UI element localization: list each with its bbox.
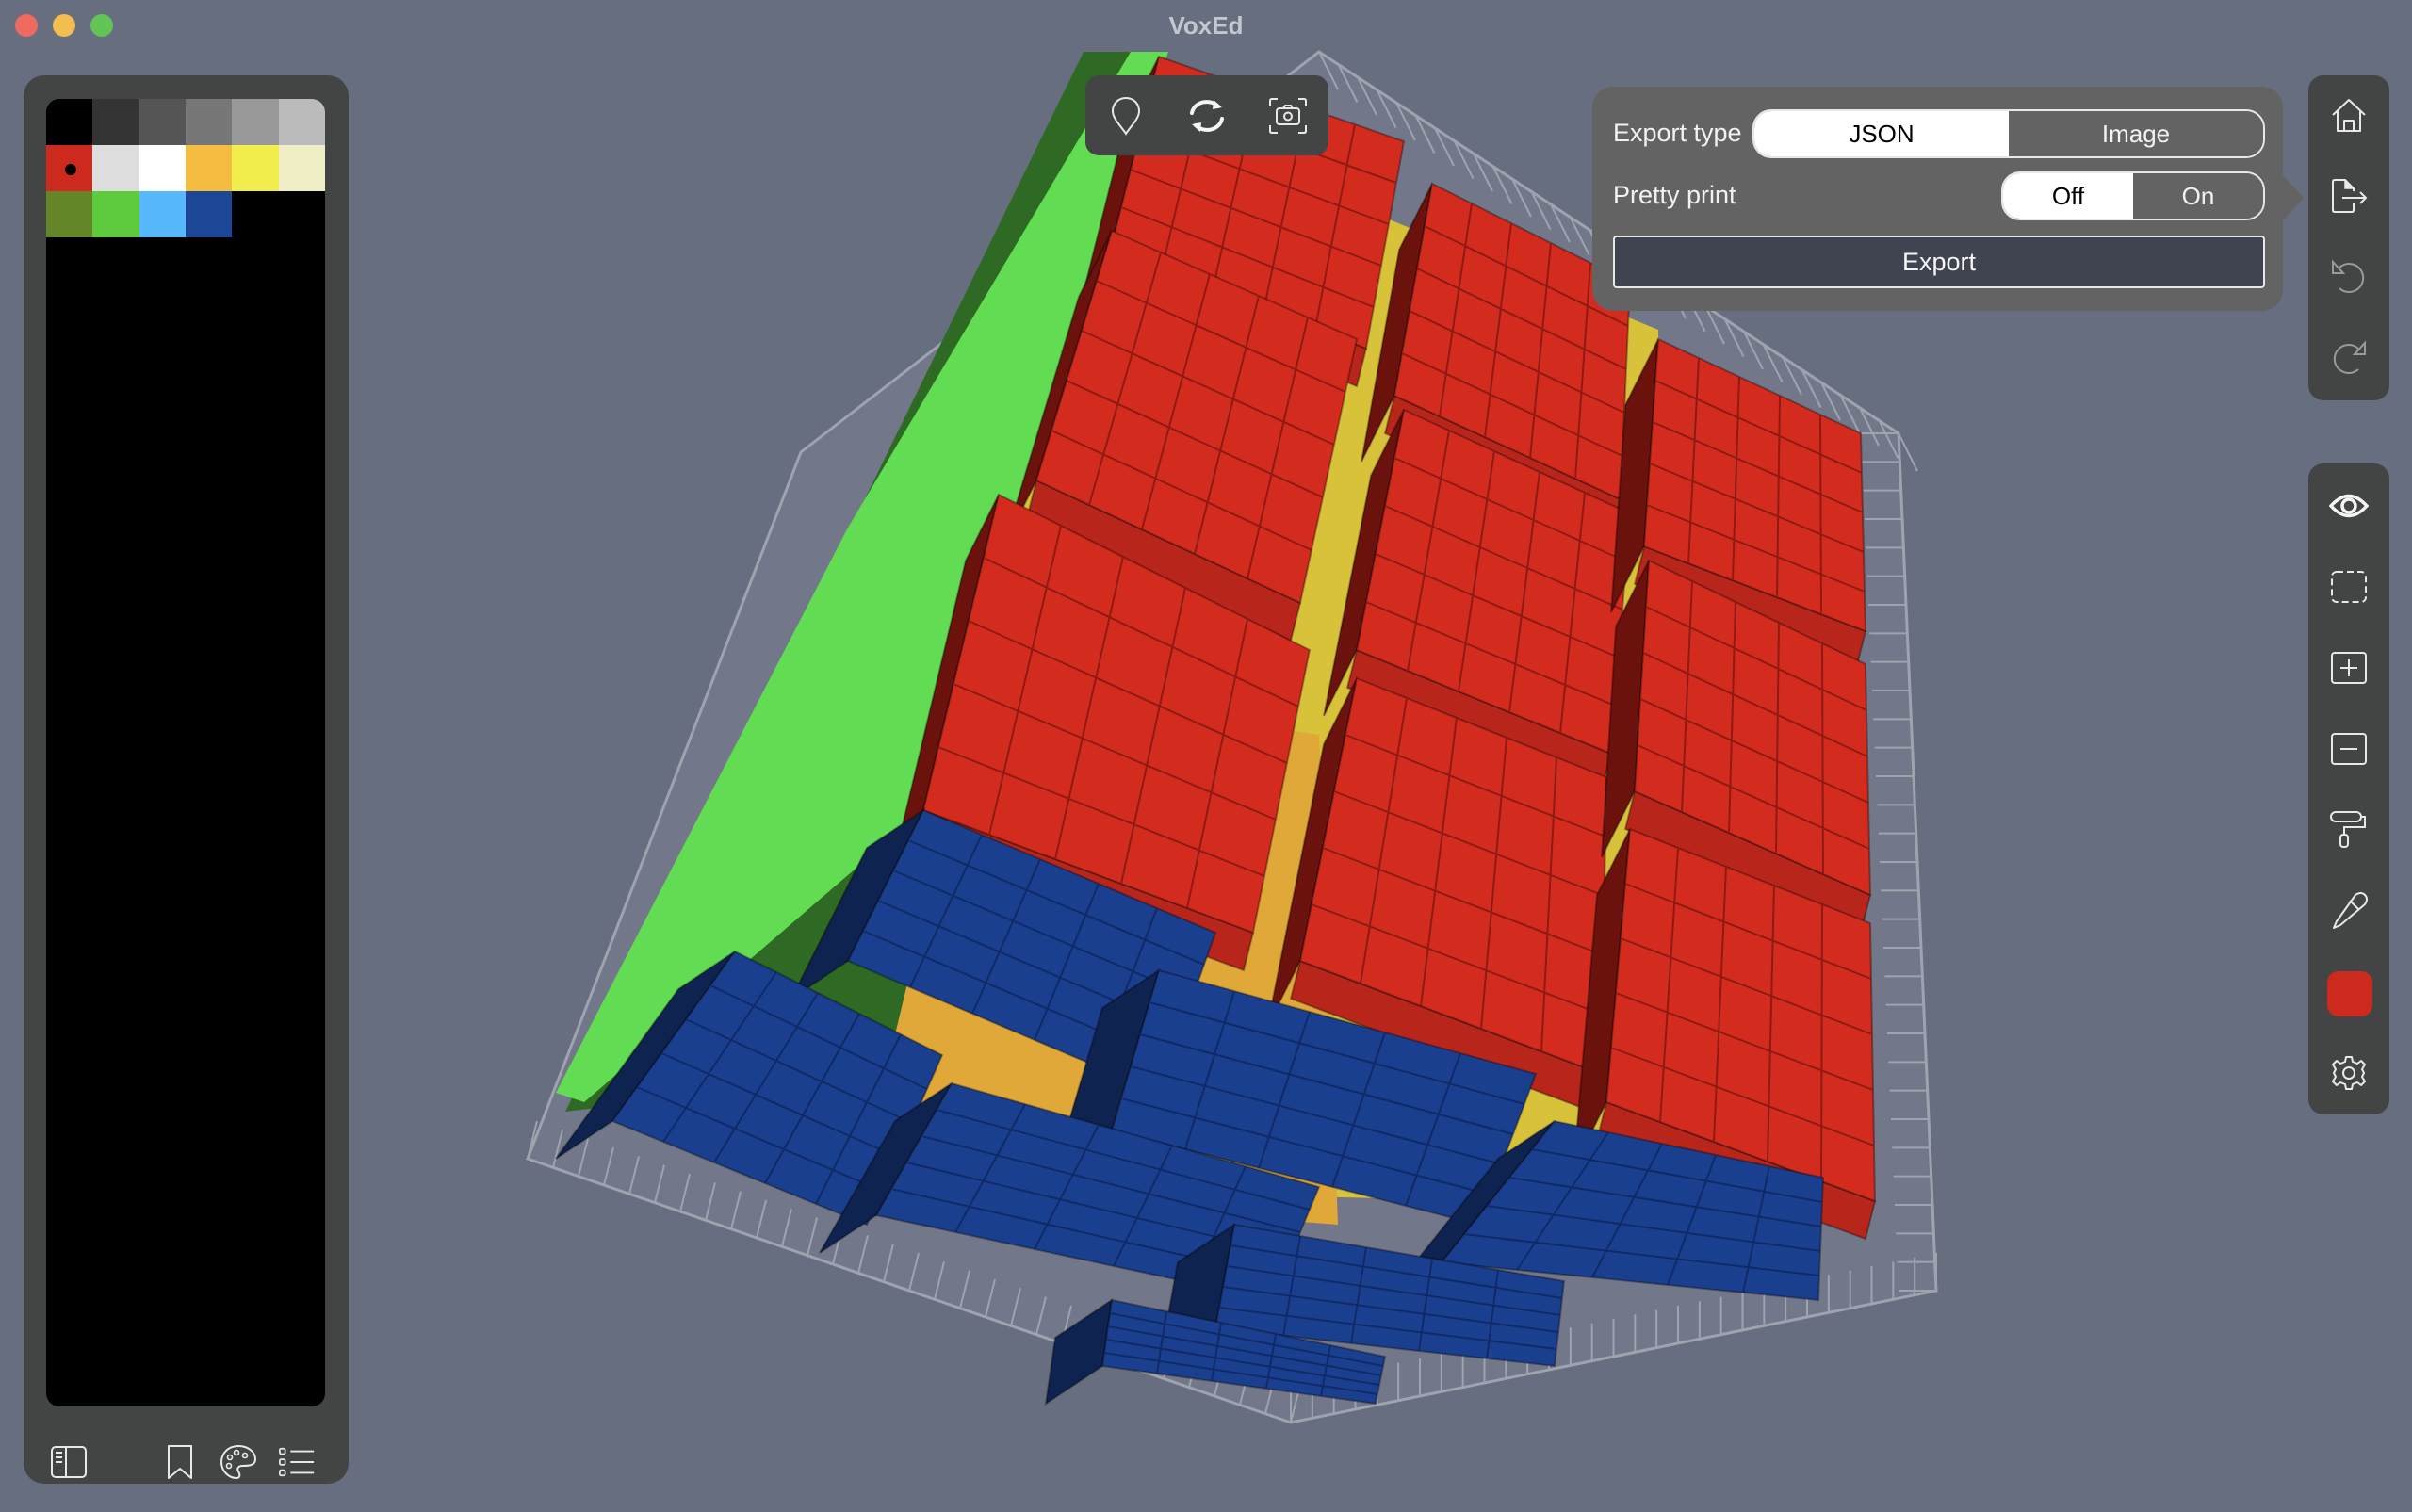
location-button[interactable] bbox=[1102, 92, 1149, 139]
palette-swatch[interactable] bbox=[186, 99, 233, 145]
file-toolbar bbox=[2308, 75, 2389, 400]
redo-button[interactable] bbox=[2325, 334, 2372, 382]
bookmark-icon bbox=[168, 1445, 192, 1479]
screenshot-icon bbox=[1269, 98, 1307, 134]
export-type-image[interactable]: Image bbox=[2009, 111, 2263, 156]
window-title: VoxEd bbox=[1168, 11, 1244, 40]
tools-toolbar bbox=[2308, 463, 2389, 1114]
select-button[interactable] bbox=[2325, 563, 2372, 610]
home-button[interactable] bbox=[2325, 92, 2372, 139]
current-color-swatch[interactable] bbox=[2327, 971, 2372, 1016]
palette-swatch[interactable] bbox=[92, 145, 139, 191]
palette-swatch[interactable] bbox=[46, 99, 93, 145]
eyedropper-button[interactable] bbox=[2325, 887, 2372, 935]
voxel-grid-line bbox=[1820, 903, 1823, 1182]
bookmark-button[interactable] bbox=[161, 1443, 199, 1481]
home-icon bbox=[2332, 99, 2366, 132]
palette-swatch[interactable] bbox=[46, 191, 93, 237]
export-type-segmented: JSON Image bbox=[1752, 109, 2265, 158]
floor-grid-line bbox=[1898, 432, 1918, 472]
list-button[interactable] bbox=[278, 1443, 316, 1481]
export-type-label: Export type bbox=[1613, 119, 1742, 147]
palette-swatch[interactable] bbox=[278, 145, 325, 191]
palette-swatch[interactable] bbox=[139, 145, 187, 191]
remove-voxel-button[interactable] bbox=[2325, 725, 2372, 772]
sidebar-toggle-button[interactable] bbox=[50, 1443, 88, 1481]
palette-icon bbox=[220, 1444, 257, 1480]
voxel-grid-line bbox=[1821, 642, 1824, 875]
palette-button[interactable] bbox=[220, 1443, 257, 1481]
export-popover: Export type JSON Image Pretty print Off … bbox=[1592, 87, 2283, 311]
remove-voxel-icon bbox=[2331, 733, 2367, 765]
pretty-print-off[interactable]: Off bbox=[2003, 173, 2133, 219]
visibility-button[interactable] bbox=[2325, 482, 2372, 529]
rotate-icon bbox=[1190, 100, 1224, 132]
add-voxel-button[interactable] bbox=[2325, 644, 2372, 691]
palette-swatch[interactable] bbox=[186, 145, 233, 191]
paint-button[interactable] bbox=[2325, 806, 2372, 854]
palette-swatch[interactable] bbox=[139, 99, 187, 145]
settings-icon bbox=[2332, 1056, 2366, 1090]
palette-swatch[interactable] bbox=[139, 191, 187, 237]
palette-swatch[interactable] bbox=[232, 99, 279, 145]
rotate-button[interactable] bbox=[1183, 92, 1230, 139]
palette-swatch[interactable] bbox=[232, 145, 279, 191]
selected-indicator bbox=[65, 164, 76, 175]
paint-roller-icon bbox=[2330, 811, 2366, 848]
export-type-json[interactable]: JSON bbox=[1754, 111, 2009, 156]
add-voxel-icon bbox=[2331, 652, 2367, 684]
palette-swatch[interactable] bbox=[92, 99, 139, 145]
export-toolbar-button[interactable] bbox=[2325, 172, 2372, 219]
palette-swatch[interactable] bbox=[46, 145, 93, 191]
color-palette bbox=[46, 99, 325, 1406]
undo-button[interactable] bbox=[2325, 253, 2372, 301]
list-icon bbox=[279, 1447, 315, 1477]
palette-swatch[interactable] bbox=[92, 191, 139, 237]
voxel-grid-line bbox=[1819, 414, 1822, 615]
select-icon bbox=[2331, 571, 2367, 603]
palette-panel bbox=[24, 75, 349, 1484]
settings-button[interactable] bbox=[2325, 1049, 2372, 1097]
eye-icon bbox=[2329, 494, 2369, 518]
popover-arrow bbox=[2283, 175, 2304, 220]
redo-icon bbox=[2333, 340, 2366, 374]
pretty-print-label: Pretty print bbox=[1613, 181, 1736, 209]
title-bar: VoxEd bbox=[0, 0, 2412, 53]
sidebar-icon bbox=[51, 1446, 87, 1478]
view-toolbar bbox=[1085, 75, 1328, 155]
screenshot-button[interactable] bbox=[1264, 92, 1312, 139]
undo-icon bbox=[2332, 259, 2365, 293]
eyedropper-icon bbox=[2333, 892, 2368, 929]
palette-swatch[interactable] bbox=[186, 191, 233, 237]
pretty-print-segmented: Off On bbox=[2001, 171, 2265, 220]
export-icon bbox=[2332, 179, 2368, 213]
location-pin-icon bbox=[1111, 96, 1141, 136]
palette-swatch[interactable] bbox=[278, 99, 325, 145]
pretty-print-on[interactable]: On bbox=[2133, 173, 2263, 219]
export-button[interactable]: Export bbox=[1613, 236, 2265, 288]
